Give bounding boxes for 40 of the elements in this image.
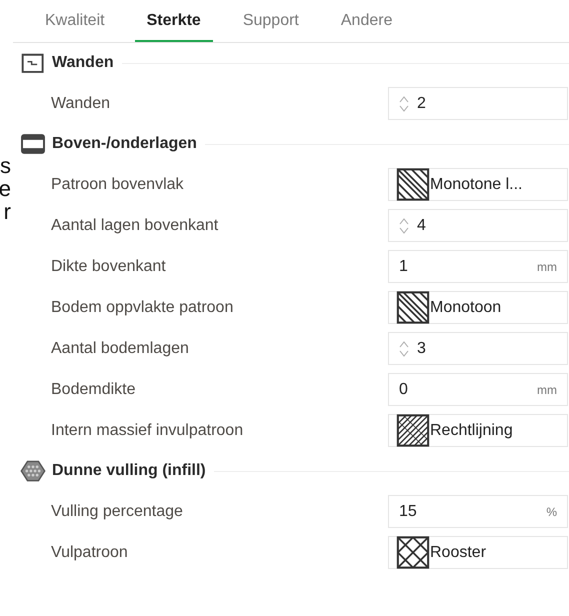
spinner-arrows-icon <box>399 94 409 114</box>
wall-icon <box>20 52 46 74</box>
number-field[interactable]: 1 mm <box>388 250 568 283</box>
setting-label: Patroon bovenvlak <box>51 176 185 194</box>
setting-label: Dikte bovenkant <box>51 258 167 276</box>
setting-label: Bodem oppvlakte patroon <box>51 298 234 316</box>
setting-label: Aantal bodemlagen <box>51 340 190 358</box>
number-field[interactable]: 0 mm <box>388 373 568 406</box>
pattern-dropdown[interactable]: Rooster <box>388 536 568 569</box>
setting-label: Aantal lagen bovenkant <box>51 216 220 234</box>
tab[interactable]: Sterkte <box>134 12 213 42</box>
cut-off-text: s <box>0 154 11 177</box>
hatch-pattern-icon <box>396 536 430 569</box>
spin-field[interactable]: 2 <box>388 87 568 120</box>
spin-field[interactable]: 4 <box>388 209 568 242</box>
layers-icon <box>20 133 46 155</box>
spinner-arrows-icon <box>399 216 409 236</box>
tab[interactable]: Support <box>230 12 311 42</box>
section-title: Boven-/onderlagen <box>52 135 197 153</box>
section-title: Dunne vulling (infill) <box>52 462 206 480</box>
hatch-pattern-icon <box>396 414 430 447</box>
cut-off-text: r <box>4 200 11 223</box>
tab[interactable]: Andere <box>328 12 404 42</box>
setting-label: Wanden <box>51 94 111 112</box>
number-field[interactable]: 15 % <box>388 495 568 528</box>
setting-label: Vulpatroon <box>51 544 129 562</box>
pattern-dropdown[interactable]: Monotone l... <box>388 168 568 201</box>
setting-label: Vulling percentage <box>51 502 184 520</box>
setting-label: Intern massief invulpatroon <box>51 422 244 440</box>
cut-off-text: e <box>0 177 11 200</box>
spin-field[interactable]: 3 <box>388 332 568 365</box>
section-title: Wanden <box>52 54 114 72</box>
setting-label: Bodemdikte <box>51 380 136 398</box>
hexagon-icon <box>20 460 46 482</box>
pattern-dropdown[interactable]: Rechtlijning <box>388 414 568 447</box>
tab[interactable]: Kwaliteit <box>33 12 117 42</box>
pattern-dropdown[interactable]: Monotoon <box>388 291 568 324</box>
hatch-pattern-icon <box>396 168 430 201</box>
spinner-arrows-icon <box>399 338 409 358</box>
hatch-pattern-icon <box>396 291 430 324</box>
